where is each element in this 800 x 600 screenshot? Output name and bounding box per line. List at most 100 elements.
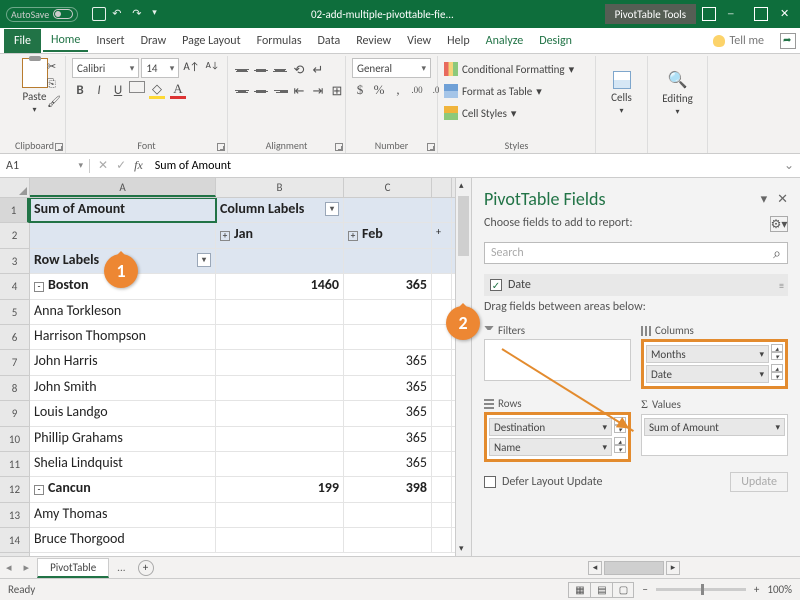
zoom-slider[interactable] bbox=[656, 588, 746, 591]
column-header-d[interactable] bbox=[432, 178, 452, 197]
decrease-font-icon[interactable]: A↓ bbox=[204, 58, 221, 78]
border-button[interactable] bbox=[129, 81, 145, 93]
accounting-format-icon[interactable]: $ bbox=[352, 81, 368, 99]
align-right-icon[interactable] bbox=[272, 82, 288, 100]
align-center-icon[interactable] bbox=[253, 82, 269, 100]
align-left-icon[interactable] bbox=[234, 82, 250, 100]
percent-format-icon[interactable]: % bbox=[371, 81, 387, 99]
row-header-4[interactable]: 4 bbox=[0, 274, 29, 299]
pane-close-icon[interactable]: ✕ bbox=[777, 192, 788, 207]
row-labels-filter[interactable] bbox=[197, 253, 211, 267]
cell-c4[interactable]: 365 bbox=[344, 274, 432, 298]
cell-c11[interactable]: 365 bbox=[344, 452, 432, 476]
spin-down-icon[interactable]: ▾ bbox=[771, 352, 783, 360]
update-button[interactable]: Update bbox=[730, 472, 788, 492]
font-dialog-launcher[interactable] bbox=[217, 143, 225, 151]
cell-b2[interactable]: +Jan bbox=[216, 223, 344, 247]
font-size-combo[interactable]: 14 bbox=[141, 58, 179, 78]
sheet-tab-pivottable[interactable]: PivotTable bbox=[37, 558, 109, 578]
number-format-combo[interactable]: General bbox=[352, 58, 431, 78]
collapse-boston-icon[interactable]: - bbox=[34, 282, 44, 292]
filters-drop-zone[interactable] bbox=[484, 339, 631, 381]
cancel-formula-icon[interactable]: ✕ bbox=[98, 158, 108, 173]
autosave-toggle[interactable]: AutoSave bbox=[6, 7, 78, 22]
cells-menu[interactable]: Cells▾ bbox=[602, 58, 641, 128]
formula-input[interactable] bbox=[151, 159, 778, 173]
row-header-5[interactable]: 5 bbox=[0, 300, 29, 325]
column-header-b[interactable]: B bbox=[216, 178, 344, 197]
row-header-3[interactable]: 3 bbox=[0, 249, 29, 274]
pill-months[interactable]: Months bbox=[646, 345, 769, 363]
font-color-button[interactable]: A bbox=[169, 81, 187, 99]
page-layout-view-icon[interactable]: ▤ bbox=[590, 582, 612, 598]
expand-formula-bar-icon[interactable]: ⌄ bbox=[778, 158, 800, 173]
cell-a11[interactable]: Shelia Lindquist bbox=[30, 452, 216, 476]
comma-format-icon[interactable]: , bbox=[390, 81, 406, 99]
alignment-dialog-launcher[interactable] bbox=[335, 143, 343, 151]
increase-font-icon[interactable]: A↑ bbox=[181, 58, 201, 78]
enter-formula-icon[interactable]: ✓ bbox=[116, 158, 126, 173]
pill-name[interactable]: Name bbox=[489, 438, 612, 456]
tab-analyze[interactable]: Analyze bbox=[478, 31, 532, 51]
scrollbar-thumb[interactable] bbox=[458, 196, 469, 256]
cell-a7[interactable]: John Harris bbox=[30, 350, 216, 374]
cell-a5[interactable]: Anna Torkleson bbox=[30, 300, 216, 324]
tab-help[interactable]: Help bbox=[439, 31, 478, 51]
cell-b4[interactable]: 1460 bbox=[216, 274, 344, 298]
cell-c12[interactable]: 398 bbox=[344, 477, 432, 501]
decrease-indent-icon[interactable]: ⇤ bbox=[291, 82, 307, 100]
cell-a6[interactable]: Harrison Thompson bbox=[30, 325, 216, 349]
tab-review[interactable]: Review bbox=[348, 31, 399, 51]
cell-a14[interactable]: Bruce Thorgood bbox=[30, 528, 216, 552]
page-break-view-icon[interactable]: ▢ bbox=[612, 582, 634, 598]
bold-button[interactable]: B bbox=[72, 81, 88, 99]
cell-a10[interactable]: Phillip Grahams bbox=[30, 427, 216, 451]
cell-c1[interactable] bbox=[344, 198, 432, 222]
increase-indent-icon[interactable]: ⇥ bbox=[310, 82, 326, 100]
align-bottom-icon[interactable] bbox=[272, 61, 288, 79]
vertical-scrollbar[interactable]: ▴▾ bbox=[455, 178, 471, 556]
row-header-9[interactable]: 9 bbox=[0, 401, 29, 426]
pill-sum-amount[interactable]: Sum of Amount bbox=[644, 418, 785, 436]
redo-icon[interactable]: ↷ bbox=[132, 7, 146, 21]
pill-date[interactable]: Date bbox=[646, 365, 769, 383]
tell-me[interactable]: Tell me bbox=[705, 31, 772, 51]
editing-menu[interactable]: 🔍 Editing▾ bbox=[654, 58, 701, 128]
row-header-13[interactable]: 13 bbox=[0, 503, 29, 528]
cell-c2[interactable]: +Feb bbox=[344, 223, 432, 247]
values-drop-zone[interactable]: Sum of Amount bbox=[641, 414, 788, 456]
checkbox-date[interactable]: ✓ bbox=[490, 279, 502, 291]
fill-color-button[interactable]: ◇ bbox=[148, 81, 166, 99]
normal-view-icon[interactable]: ▦ bbox=[568, 582, 590, 598]
rows-drop-zone[interactable]: Destination▴▾ Name▴▾ bbox=[484, 412, 631, 462]
cell-b12[interactable]: 199 bbox=[216, 477, 344, 501]
select-all-corner[interactable] bbox=[0, 178, 30, 197]
zoom-in-icon[interactable]: + bbox=[754, 583, 759, 596]
defer-checkbox[interactable] bbox=[484, 476, 496, 488]
tab-page-layout[interactable]: Page Layout bbox=[174, 31, 248, 51]
columns-drop-zone[interactable]: Months▴▾ Date▴▾ bbox=[641, 339, 788, 389]
merge-icon[interactable]: ⊞ bbox=[329, 82, 345, 100]
tab-view[interactable]: View bbox=[399, 31, 439, 51]
worksheet[interactable]: A B C 1 2 3 4 5 6 7 8 9 10 11 12 13 14 bbox=[0, 178, 455, 556]
column-header-c[interactable]: C bbox=[344, 178, 432, 197]
cell-a13[interactable]: Amy Thomas bbox=[30, 503, 216, 527]
font-name-combo[interactable]: Calibri bbox=[72, 58, 139, 78]
italic-button[interactable]: I bbox=[91, 81, 107, 99]
row-header-8[interactable]: 8 bbox=[0, 376, 29, 401]
row-header-6[interactable]: 6 bbox=[0, 325, 29, 350]
collapse-cancun-icon[interactable]: - bbox=[34, 485, 44, 495]
tab-file[interactable]: File bbox=[4, 29, 41, 53]
insert-function-icon[interactable]: fx bbox=[134, 158, 143, 173]
cell-c9[interactable]: 365 bbox=[344, 401, 432, 425]
row-header-2[interactable]: 2 bbox=[0, 223, 29, 248]
tab-formulas[interactable]: Formulas bbox=[249, 31, 310, 51]
cell-c8[interactable]: 365 bbox=[344, 376, 432, 400]
cell-a12[interactable]: -Cancun bbox=[30, 477, 216, 501]
cell-a8[interactable]: John Smith bbox=[30, 376, 216, 400]
sheet-tab-more[interactable]: ... bbox=[109, 561, 133, 574]
undo-icon[interactable]: ↶ bbox=[112, 7, 126, 21]
field-row-date[interactable]: ✓ Date ≡ bbox=[484, 274, 788, 296]
align-middle-icon[interactable] bbox=[253, 61, 269, 79]
expand-jan-icon[interactable]: + bbox=[220, 231, 230, 241]
